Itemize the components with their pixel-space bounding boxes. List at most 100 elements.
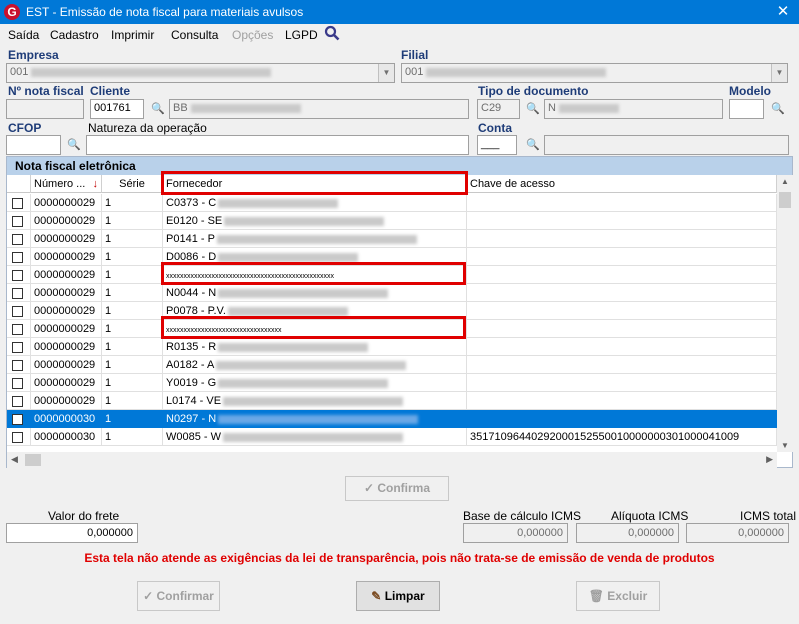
vertical-scrollbar[interactable]: ▲ ▼ bbox=[777, 175, 793, 452]
fornecedor-cell: N0044 - N bbox=[163, 284, 467, 302]
row-checkbox[interactable] bbox=[12, 360, 23, 371]
confirmar-button[interactable]: ✓ Confirmar bbox=[137, 581, 220, 611]
empresa-combo[interactable]: 001 ▼ bbox=[6, 63, 395, 83]
table-row[interactable]: 0000000029 1 L0174 - VE bbox=[7, 392, 777, 410]
tipo-documento-code-field[interactable]: C29 bbox=[477, 99, 520, 119]
chave-cell bbox=[467, 320, 777, 338]
binoculars-icon[interactable]: 🔍 bbox=[149, 100, 167, 118]
scroll-up-icon[interactable]: ▲ bbox=[781, 177, 789, 186]
row-checkbox[interactable] bbox=[12, 432, 23, 443]
fornecedor-cell: Y0019 - G bbox=[163, 374, 467, 392]
redacted-text bbox=[218, 198, 339, 208]
row-checkbox[interactable] bbox=[12, 252, 23, 263]
limpar-button[interactable]: ✎ Limpar bbox=[356, 581, 440, 611]
row-checkbox[interactable] bbox=[12, 216, 23, 227]
fornecedor-text: N0044 - N bbox=[166, 287, 217, 299]
table-row[interactable]: 0000000029 1 R0135 - R bbox=[7, 338, 777, 356]
base-icms-field: 0,000000 bbox=[463, 523, 568, 543]
modelo-field[interactable] bbox=[729, 99, 764, 119]
close-icon[interactable]: ✕ bbox=[767, 0, 799, 24]
scroll-left-icon[interactable]: ◀ bbox=[11, 454, 18, 465]
chevron-down-icon[interactable]: ▼ bbox=[771, 64, 787, 82]
scroll-right-icon[interactable]: ▶ bbox=[766, 454, 773, 465]
chave-cell bbox=[467, 410, 777, 428]
row-checkbox[interactable] bbox=[12, 396, 23, 407]
numero-cell: 0000000029 bbox=[31, 320, 102, 338]
menu-imprimir[interactable]: Imprimir bbox=[111, 28, 154, 42]
numero-cell: 0000000029 bbox=[31, 284, 102, 302]
numero-cell: 0000000029 bbox=[31, 356, 102, 374]
cliente-name-field: BB bbox=[169, 99, 469, 119]
fornecedor-text: Y0019 - G bbox=[166, 377, 217, 389]
hscrollbar-thumb[interactable] bbox=[25, 454, 41, 466]
row-checkbox[interactable] bbox=[12, 198, 23, 209]
numero-cell: 0000000029 bbox=[31, 392, 102, 410]
serie-cell: 1 bbox=[102, 356, 163, 374]
header-chave[interactable]: Chave de acesso bbox=[467, 175, 777, 193]
table-row[interactable]: 0000000030 1 W0085 - W 35171096440292000152… bbox=[7, 428, 777, 446]
redacted-text bbox=[218, 378, 389, 388]
fornecedor-cell: W0085 - W bbox=[163, 428, 467, 446]
tipo-documento-name-value: N bbox=[548, 102, 556, 114]
numero-cell: 0000000029 bbox=[31, 302, 102, 320]
binoculars-icon[interactable]: 🔍 bbox=[65, 136, 83, 154]
natureza-field[interactable] bbox=[86, 135, 469, 155]
table-row[interactable]: 0000000029 1 C0373 - C bbox=[7, 194, 777, 212]
table-row[interactable]: 0000000029 1 P0141 - P bbox=[7, 230, 777, 248]
chave-cell bbox=[467, 266, 777, 284]
row-checkbox-cell bbox=[7, 284, 31, 302]
binoculars-icon[interactable]: 🔍 bbox=[524, 100, 542, 118]
table-row[interactable]: 0000000030 1 N0297 - N bbox=[7, 410, 777, 428]
chave-cell: 3517109644029200015255001000000030100004… bbox=[467, 428, 777, 446]
header-numero[interactable]: Número ... ↓ bbox=[31, 175, 102, 193]
scroll-down-icon[interactable]: ▼ bbox=[781, 441, 789, 450]
row-checkbox[interactable] bbox=[12, 306, 23, 317]
row-checkbox[interactable] bbox=[12, 288, 23, 299]
fornecedor-cell: N0297 - N bbox=[163, 410, 467, 428]
fornecedor-cell: C0373 - C bbox=[163, 194, 467, 212]
menu-consulta[interactable]: Consulta bbox=[171, 28, 218, 42]
horizontal-scrollbar[interactable]: ◀ ▶ bbox=[7, 452, 777, 468]
chevron-down-icon[interactable]: ▼ bbox=[378, 64, 394, 82]
trash-icon: 🗑 bbox=[588, 589, 608, 603]
menu-saida[interactable]: Saída bbox=[8, 28, 39, 42]
fornecedor-text: N0297 - N bbox=[166, 413, 217, 425]
table-row[interactable]: 0000000029 1 A0182 - A bbox=[7, 356, 777, 374]
numero-cell: 0000000029 bbox=[31, 338, 102, 356]
numero-cell: 0000000029 bbox=[31, 374, 102, 392]
cfop-field[interactable] bbox=[6, 135, 61, 155]
binoculars-icon[interactable]: 🔍 bbox=[769, 100, 787, 118]
row-checkbox[interactable] bbox=[12, 378, 23, 389]
valor-frete-field[interactable]: 0,000000 bbox=[6, 523, 138, 543]
conta-field[interactable]: ___ bbox=[477, 135, 517, 155]
table-row[interactable]: 0000000029 1 E0120 - SE bbox=[7, 212, 777, 230]
search-icon[interactable] bbox=[324, 25, 340, 44]
cliente-code-field[interactable]: 001761 bbox=[90, 99, 144, 119]
header-serie[interactable]: Série bbox=[102, 175, 163, 193]
menu-lgpd[interactable]: LGPD bbox=[285, 28, 318, 42]
serie-cell: 1 bbox=[102, 230, 163, 248]
row-checkbox[interactable] bbox=[12, 414, 23, 425]
table-row[interactable]: 0000000029 1 N0044 - N bbox=[7, 284, 777, 302]
row-checkbox[interactable] bbox=[12, 270, 23, 281]
nota-fiscal-field[interactable] bbox=[6, 99, 84, 119]
menu-cadastro[interactable]: Cadastro bbox=[50, 28, 99, 42]
table-row[interactable]: 0000000029 1 Y0019 - G bbox=[7, 374, 777, 392]
row-checkbox-cell bbox=[7, 410, 31, 428]
excluir-button[interactable]: 🗑 Excluir bbox=[576, 581, 660, 611]
fornecedor-cell: R0135 - R bbox=[163, 338, 467, 356]
numero-cell: 0000000030 bbox=[31, 410, 102, 428]
chave-cell bbox=[467, 284, 777, 302]
numero-cell: 0000000029 bbox=[31, 266, 102, 284]
serie-cell: 1 bbox=[102, 392, 163, 410]
binoculars-icon[interactable]: 🔍 bbox=[524, 136, 542, 154]
empresa-value: 001 bbox=[10, 66, 29, 78]
scrollbar-thumb[interactable] bbox=[779, 192, 791, 208]
row-checkbox[interactable] bbox=[12, 324, 23, 335]
row-checkbox[interactable] bbox=[12, 234, 23, 245]
row-checkbox[interactable] bbox=[12, 342, 23, 353]
chave-cell bbox=[467, 392, 777, 410]
icms-total-label: ICMS total bbox=[740, 509, 797, 523]
filial-combo[interactable]: 001 ▼ bbox=[401, 63, 788, 83]
confirma-grid-button[interactable]: ✓ Confirma bbox=[345, 476, 449, 501]
